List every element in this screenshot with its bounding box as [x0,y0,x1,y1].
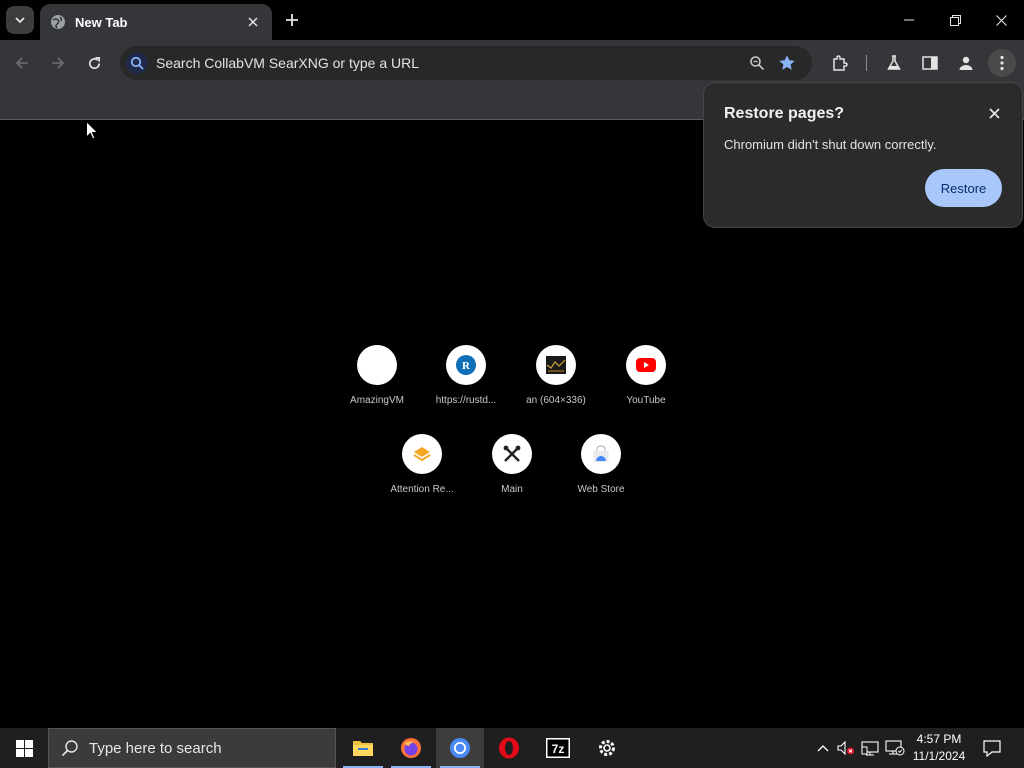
blank-icon [357,345,397,385]
shortcut-tile[interactable]: Web Store [556,434,646,495]
web-store-icon [581,434,621,474]
chevron-down-icon [15,17,25,24]
youtube-icon [626,345,666,385]
display-warning-icon[interactable] [884,728,906,768]
taskbar-app-file-explorer[interactable] [339,728,387,768]
minimize-icon [904,19,914,21]
notification-icon [983,739,1001,757]
desktop: New Tab Search CollabVM SearXNG or type … [0,0,1024,768]
globe-icon [50,14,66,30]
omnibox[interactable]: Search CollabVM SearXNG or type a URL [120,46,812,80]
arrow-right-icon [52,57,65,69]
shortcut-label: Web Store [577,484,625,495]
side-panel-icon[interactable] [916,49,944,77]
firefox-icon [401,738,421,758]
restore-window-icon [949,14,961,26]
close-icon [995,14,1007,26]
svg-text:R: R [462,360,471,372]
restore-window-button[interactable] [932,0,978,40]
image-thumbnail-icon [536,345,576,385]
shortcut-tile[interactable]: Main [467,434,557,495]
tools-icon [492,434,532,474]
dialog-title: Restore pages? [724,105,845,122]
volume-muted-icon[interactable] [836,728,856,768]
taskbar: Type here to search 7z 4:57 PM 11/1/2024 [0,728,1024,768]
mouse-cursor-icon [86,120,99,145]
tab-search-button[interactable] [6,6,34,34]
taskbar-app-chromium[interactable] [436,728,484,768]
notifications-button[interactable] [978,728,1006,768]
toolbar: Search CollabVM SearXNG or type a URL [0,40,1024,86]
reload-icon [88,56,100,69]
svg-text:7z: 7z [552,742,565,756]
show-hidden-icons-button[interactable] [814,728,832,768]
7zip-icon: 7z [546,738,570,758]
taskbar-search-placeholder: Type here to search [89,739,222,757]
search-icon [61,740,78,757]
labs-flask-icon[interactable] [880,49,908,77]
close-window-button[interactable] [978,0,1024,40]
shortcut-label: YouTube [626,395,666,406]
bookmark-star-icon[interactable] [772,48,802,78]
clock-time: 4:57 PM [916,732,962,746]
profile-icon[interactable] [952,49,980,77]
shortcut-tile[interactable]: R https://rustd... [421,345,511,406]
chromium-icon [450,738,470,758]
file-explorer-icon [353,741,373,756]
forward-button[interactable] [44,49,72,77]
reload-button[interactable] [80,49,108,77]
menu-kebab-icon[interactable] [988,49,1016,77]
taskbar-app-7zip[interactable]: 7z [534,728,582,768]
shortcut-label: Attention Re... [390,484,454,495]
rust-r-icon: R [446,345,486,385]
plus-icon [286,14,298,26]
attention-icon [402,434,442,474]
shortcut-tile[interactable]: YouTube [601,345,691,406]
tab-new-tab[interactable]: New Tab [40,4,272,40]
back-button[interactable] [8,49,36,77]
settings-icon [599,740,615,756]
taskbar-search-box[interactable]: Type here to search [48,728,336,768]
omnibox-placeholder: Search CollabVM SearXNG or type a URL [156,55,419,71]
system-clock[interactable]: 4:57 PM 11/1/2024 [908,731,970,765]
opera-icon [499,737,519,759]
shortcut-label: Main [501,484,523,495]
taskbar-app-settings[interactable] [583,728,631,768]
shortcut-label: an (604×336) [526,395,586,406]
network-icon[interactable] [860,728,880,768]
tab-strip: New Tab [0,0,1024,40]
shortcut-tile[interactable]: an (604×336) [511,345,601,406]
arrow-left-icon [15,57,28,69]
windows-logo-icon [15,739,33,757]
zoom-icon[interactable] [742,48,772,78]
search-icon [126,52,148,74]
toolbar-separator [866,55,867,71]
tab-title: New Tab [75,14,128,30]
extensions-icon[interactable] [826,49,854,77]
clock-date: 11/1/2024 [912,749,966,763]
dialog-message: Chromium didn't shut down correctly. [724,137,937,152]
chevron-up-icon [817,745,829,752]
restore-button[interactable]: Restore [925,169,1002,207]
shortcut-label: AmazingVM [350,395,404,406]
close-tab-icon[interactable] [244,13,262,31]
taskbar-app-opera[interactable] [485,728,533,768]
shortcut-label: https://rustd... [435,395,497,406]
shortcut-tile[interactable]: AmazingVM [332,345,422,406]
restore-pages-dialog: Restore pages? Chromium didn't shut down… [703,82,1023,228]
close-icon[interactable] [984,103,1004,123]
taskbar-app-firefox[interactable] [387,728,435,768]
shortcut-tile[interactable]: Attention Re... [377,434,467,495]
new-tab-button[interactable] [280,8,304,32]
start-button[interactable] [0,728,48,768]
minimize-button[interactable] [886,0,932,40]
